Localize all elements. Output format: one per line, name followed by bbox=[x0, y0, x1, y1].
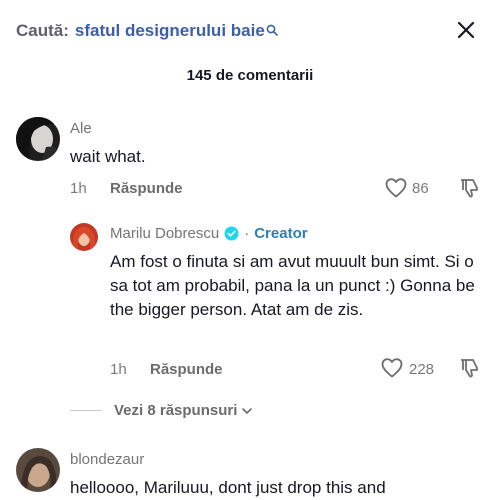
chevron-down-icon bbox=[240, 404, 254, 418]
dislike-button[interactable] bbox=[457, 176, 481, 200]
search-prefix-label: Caută: bbox=[16, 21, 69, 40]
view-replies-label: Vezi 8 răspunsuri bbox=[114, 402, 238, 419]
reply-button[interactable]: Răspunde bbox=[110, 180, 183, 197]
like-count: 228 bbox=[409, 361, 435, 378]
comment-author[interactable]: blondezaur bbox=[70, 451, 144, 468]
comment-text: wait what. bbox=[70, 147, 146, 166]
reply-button[interactable]: Răspunde bbox=[150, 361, 223, 378]
like-button[interactable] bbox=[380, 356, 404, 380]
reply-time: 1h bbox=[110, 361, 127, 378]
avatar[interactable] bbox=[70, 223, 98, 251]
reply-text: Am fost o finuta si am avut muuult bun s… bbox=[110, 252, 475, 319]
separator-dot: · bbox=[244, 225, 250, 242]
verified-icon bbox=[224, 226, 239, 241]
search-icon bbox=[266, 21, 278, 36]
like-button[interactable] bbox=[384, 176, 408, 200]
avatar[interactable] bbox=[16, 448, 60, 492]
like-count: 86 bbox=[412, 180, 429, 197]
thumbs-down-icon bbox=[461, 179, 478, 198]
reply-author[interactable]: Marilu Dobrescu bbox=[110, 225, 219, 242]
close-icon bbox=[457, 21, 475, 39]
dislike-button[interactable] bbox=[457, 356, 481, 380]
thumbs-down-icon bbox=[461, 359, 478, 378]
search-query-bar[interactable]: Caută: sfatul designerului baie bbox=[16, 19, 278, 43]
heart-icon bbox=[385, 178, 407, 198]
close-button[interactable] bbox=[452, 16, 480, 44]
view-replies-button[interactable]: Vezi 8 răspunsuri bbox=[70, 402, 254, 419]
comment-time: 1h bbox=[70, 180, 87, 197]
search-term-link[interactable]: sfatul designerului baie bbox=[75, 21, 265, 41]
creator-badge: Creator bbox=[254, 225, 308, 242]
comment-author[interactable]: Ale bbox=[70, 120, 92, 137]
comment-count: 145 de comentarii bbox=[186, 67, 314, 84]
divider-line bbox=[70, 410, 102, 411]
comment-text: helloooo, Mariluuu, dont just drop this … bbox=[70, 478, 386, 497]
heart-icon bbox=[381, 358, 403, 378]
reply-header: Marilu Dobrescu · Creator bbox=[110, 225, 308, 242]
avatar[interactable] bbox=[16, 117, 60, 161]
